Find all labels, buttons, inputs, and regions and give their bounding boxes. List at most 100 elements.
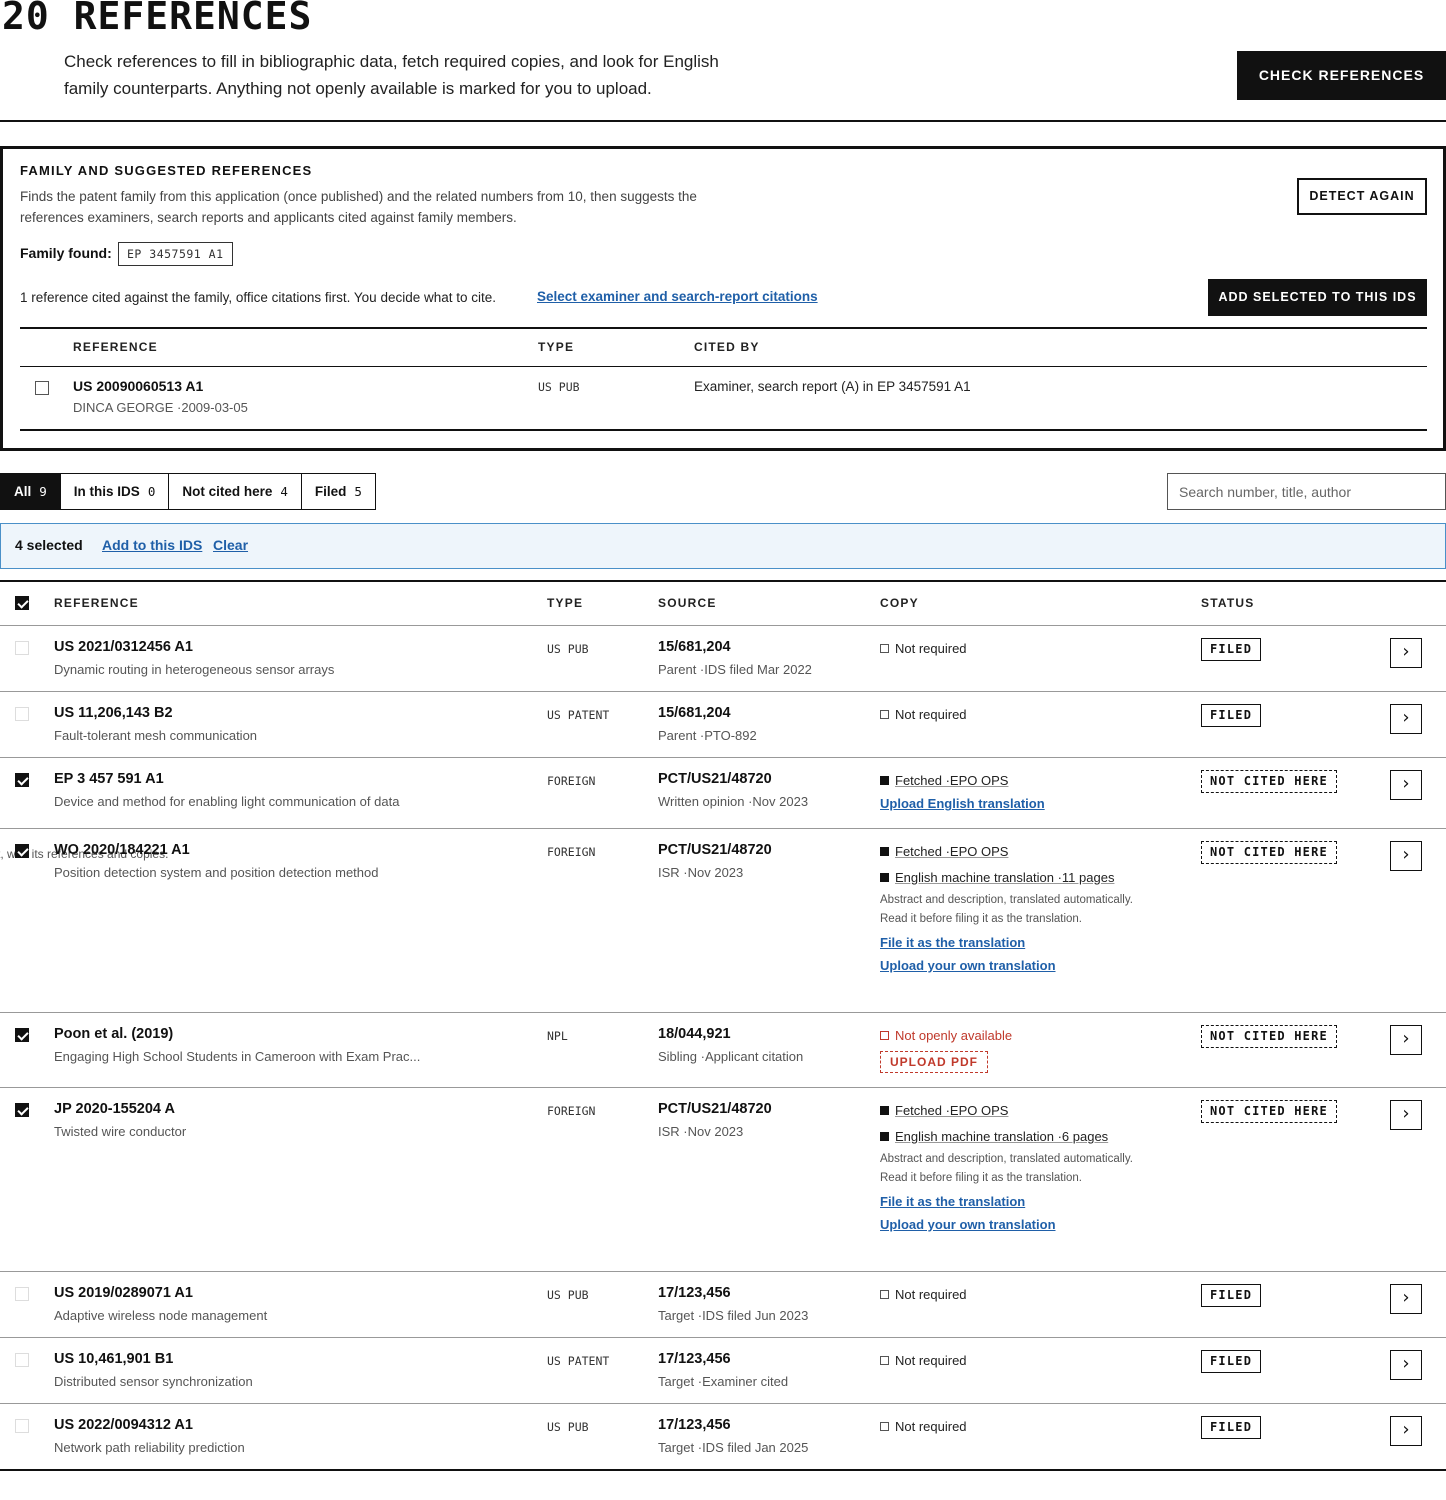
chevron-right-icon[interactable]: › <box>1390 1416 1422 1446</box>
chevron-right-icon[interactable]: › <box>1390 770 1422 800</box>
chevron-right-icon[interactable]: › <box>1390 1350 1422 1380</box>
source-number: 17/123,456 <box>658 1351 731 1367</box>
source-detail: ISR ·Nov 2023 <box>658 865 744 880</box>
status-badge: NOT CITED HERE <box>1201 770 1337 793</box>
table-row[interactable]: US 10,461,901 B1 Distributed sensor sync… <box>0 1337 1446 1403</box>
table-row[interactable]: t, with its references and copies. WO 20… <box>0 828 1446 1012</box>
col-status: STATUS <box>1201 596 1255 610</box>
family-panel-title: FAMILY AND SUGGESTED REFERENCES <box>20 163 313 178</box>
tab-not-cited-here[interactable]: Not cited here 4 <box>169 474 302 509</box>
row-checkbox[interactable] <box>15 773 29 787</box>
chevron-right-icon[interactable]: › <box>1390 1025 1422 1055</box>
reference-title: Fault-tolerant mesh communication <box>54 728 258 743</box>
copy-cell: Fetched ·EPO OPS English machine transla… <box>880 841 1140 973</box>
reference-number: Poon et al. (2019) <box>54 1026 174 1042</box>
row-checkbox[interactable] <box>15 641 29 655</box>
source-number: 18/044,921 <box>658 1026 731 1042</box>
tab-in-this-ids[interactable]: In this IDS 0 <box>60 474 170 509</box>
translation-note: Abstract and description, translated aut… <box>880 1153 1133 1184</box>
filter-tabs: All 9 In this IDS 0 Not cited here 4 Filed 5 <box>0 473 376 510</box>
search-input[interactable] <box>1167 473 1446 510</box>
source-number: 17/123,456 <box>658 1285 731 1301</box>
row-checkbox[interactable] <box>15 1028 29 1042</box>
copy-cell: Not openly available UPLOAD PDF <box>880 1025 1140 1073</box>
filled-square-icon <box>880 1131 889 1141</box>
copy-cell: Not required <box>880 638 1140 658</box>
filled-square-icon <box>880 1105 889 1115</box>
file-as-translation-link[interactable]: File it as the translation <box>880 1194 1140 1209</box>
reference-title: Device and method for enabling light com… <box>54 794 400 809</box>
copy-status[interactable]: Fetched ·EPO OPS <box>895 844 1008 859</box>
detect-again-button[interactable]: DETECT AGAIN <box>1297 178 1427 215</box>
copy-status[interactable]: Fetched ·EPO OPS <box>895 1103 1008 1118</box>
select-all-checkbox[interactable] <box>15 596 29 610</box>
upload-pdf-button[interactable]: UPLOAD PDF <box>880 1051 988 1073</box>
reference-title: Dynamic routing in heterogeneous sensor … <box>54 662 335 677</box>
table-row[interactable]: Poon et al. (2019) Engaging High School … <box>0 1012 1446 1087</box>
copy-status: Not required <box>895 1286 967 1302</box>
reference-type: US PUB <box>547 1420 589 1434</box>
chevron-right-icon[interactable]: › <box>1390 1100 1422 1130</box>
source-number: PCT/US21/48720 <box>658 771 772 787</box>
table-row[interactable]: US 2019/0289071 A1 Adaptive wireless nod… <box>0 1271 1446 1337</box>
upload-translation-link[interactable]: Upload English translation <box>880 796 1140 811</box>
chevron-right-icon[interactable]: › <box>1390 704 1422 734</box>
reference-type: US PATENT <box>547 1354 610 1368</box>
row-checkbox[interactable] <box>15 707 29 721</box>
reference-number: US 11,206,143 B2 <box>54 705 173 721</box>
source-number: 17/123,456 <box>658 1417 731 1433</box>
add-selected-button[interactable]: ADD SELECTED TO THIS IDS <box>1208 279 1427 316</box>
copy-status: Not required <box>895 706 967 722</box>
tab-filed[interactable]: Filed 5 <box>301 474 375 509</box>
row-checkbox[interactable] <box>15 844 29 858</box>
family-table: REFERENCE TYPE CITED BY US 20090060513 A… <box>20 327 1427 431</box>
copy-status: Not required <box>895 1352 967 1368</box>
family-row-number: US 20090060513 A1 <box>73 378 204 394</box>
source-number: PCT/US21/48720 <box>658 1101 772 1117</box>
references-table: REFERENCE TYPE SOURCE COPY STATUS US 202… <box>0 580 1446 1471</box>
table-row[interactable]: JP 2020-155204 A Twisted wire conductor … <box>0 1087 1446 1271</box>
select-citations-link[interactable]: Select examiner and search-report citati… <box>537 289 818 304</box>
file-as-translation-link[interactable]: File it as the translation <box>880 935 1140 950</box>
copy-cell: Not required <box>880 1350 1140 1370</box>
translation-status[interactable]: English machine translation ·11 pages <box>895 870 1114 885</box>
table-row[interactable]: EP 3 457 591 A1 Device and method for en… <box>0 757 1446 828</box>
selection-count: 4 selected <box>15 537 83 553</box>
tab-all[interactable]: All 9 <box>1 474 61 509</box>
table-row[interactable]: US 2022/0094312 A1 Network path reliabil… <box>0 1403 1446 1469</box>
clear-selection-link[interactable]: Clear <box>213 537 248 553</box>
chevron-right-icon[interactable]: › <box>1390 638 1422 668</box>
table-row[interactable]: US 11,206,143 B2 Fault-tolerant mesh com… <box>0 691 1446 757</box>
page-description: Check references to fill in bibliographi… <box>64 52 719 98</box>
empty-square-icon <box>880 1355 889 1365</box>
chevron-right-icon[interactable]: › <box>1390 1284 1422 1314</box>
chevron-right-icon[interactable]: › <box>1390 841 1422 871</box>
source-detail: Parent ·IDS filed Mar 2022 <box>658 662 812 677</box>
warning-square-icon <box>880 1030 889 1040</box>
empty-square-icon <box>880 709 889 719</box>
reference-title: Engaging High School Students in Cameroo… <box>54 1049 421 1064</box>
reference-number: WO 2020/184221 A1 <box>54 842 190 858</box>
reference-type: US PUB <box>547 642 589 656</box>
reference-number: JP 2020-155204 A <box>54 1101 175 1117</box>
add-to-ids-link[interactable]: Add to this IDS <box>102 537 202 553</box>
family-found-chip: EP 3457591 A1 <box>118 242 233 266</box>
row-checkbox[interactable] <box>15 1103 29 1117</box>
row-checkbox[interactable] <box>15 1419 29 1433</box>
copy-cell: Fetched ·EPO OPS Upload English translat… <box>880 770 1140 811</box>
upload-own-translation-link[interactable]: Upload your own translation <box>880 1217 1140 1232</box>
copy-status[interactable]: Fetched ·EPO OPS <box>895 773 1008 788</box>
source-detail: Target ·Examiner cited <box>658 1374 789 1389</box>
copy-cell: Not required <box>880 1416 1140 1436</box>
check-references-button[interactable]: CHECK REFERENCES <box>1237 51 1446 100</box>
family-panel: FAMILY AND SUGGESTED REFERENCES Finds th… <box>0 146 1446 451</box>
upload-own-translation-link[interactable]: Upload your own translation <box>880 958 1140 973</box>
family-row-checkbox[interactable] <box>35 381 49 395</box>
row-checkbox[interactable] <box>15 1287 29 1301</box>
translation-status[interactable]: English machine translation ·6 pages <box>895 1129 1108 1144</box>
family-row-sub: DINCA GEORGE ·2009-03-05 <box>73 400 248 415</box>
copy-status: Not required <box>895 640 967 656</box>
page-header: 20 REFERENCES Check references to fill i… <box>0 0 1446 122</box>
table-row[interactable]: US 2021/0312456 A1 Dynamic routing in he… <box>0 625 1446 691</box>
row-checkbox[interactable] <box>15 1353 29 1367</box>
